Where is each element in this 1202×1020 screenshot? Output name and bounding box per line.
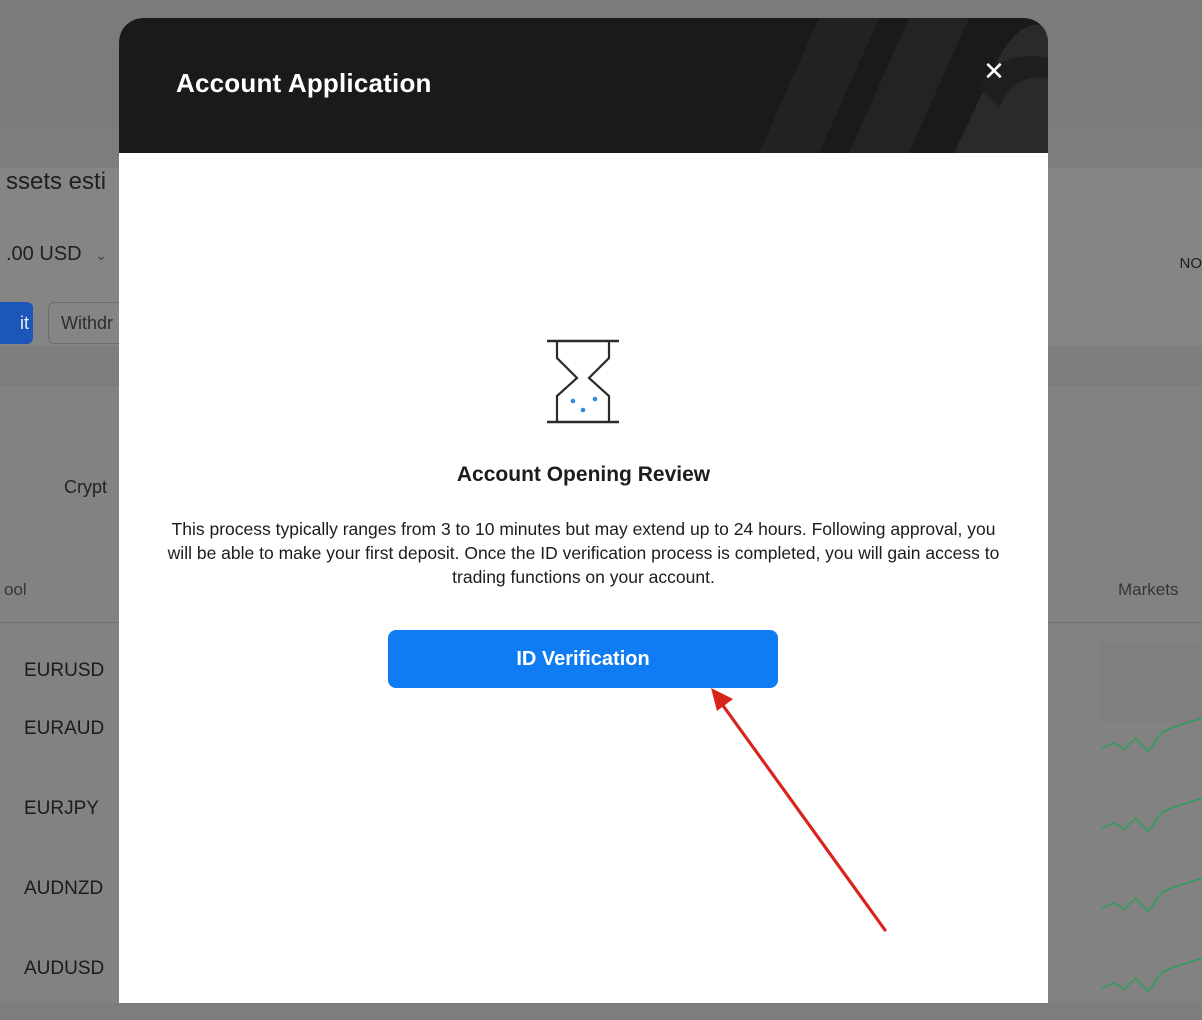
column-header-symbol: ool bbox=[4, 580, 27, 600]
sparkline-chart bbox=[1100, 700, 1202, 780]
balance-value: .00 bbox=[6, 243, 34, 265]
tab-crypto[interactable]: Crypt bbox=[64, 477, 107, 498]
hourglass-icon bbox=[543, 336, 623, 426]
row-symbol: EURJPY bbox=[24, 798, 99, 820]
row-symbol: EURUSD bbox=[24, 660, 104, 682]
modal-header: Account Application ✕ bbox=[119, 18, 1048, 153]
status-description: This process typically ranges from 3 to … bbox=[159, 517, 1008, 589]
deposit-button[interactable]: it bbox=[0, 302, 33, 344]
sparkline-chart bbox=[1100, 780, 1202, 860]
right-panel-label: NO bbox=[1180, 255, 1202, 272]
sparkline-chart bbox=[1100, 940, 1202, 1003]
balance-display[interactable]: .00 USD ⌄ bbox=[6, 243, 107, 266]
account-application-modal: Account Application ✕ Account Opening Re… bbox=[119, 18, 1048, 1003]
status-title: Account Opening Review bbox=[119, 463, 1048, 487]
sparkline-chart bbox=[1100, 860, 1202, 940]
row-symbol: AUDNZD bbox=[24, 878, 103, 900]
row-symbol: AUDUSD bbox=[24, 958, 104, 980]
column-header-markets: Markets bbox=[1118, 580, 1178, 600]
chevron-down-icon[interactable]: ⌄ bbox=[95, 247, 107, 263]
close-icon[interactable]: ✕ bbox=[977, 54, 1011, 88]
assets-estimate-label: ssets esti bbox=[6, 168, 106, 196]
modal-title: Account Application bbox=[176, 68, 432, 99]
id-verification-button[interactable]: ID Verification bbox=[388, 630, 778, 688]
row-symbol: EURAUD bbox=[24, 718, 104, 740]
balance-currency: USD bbox=[39, 243, 81, 265]
